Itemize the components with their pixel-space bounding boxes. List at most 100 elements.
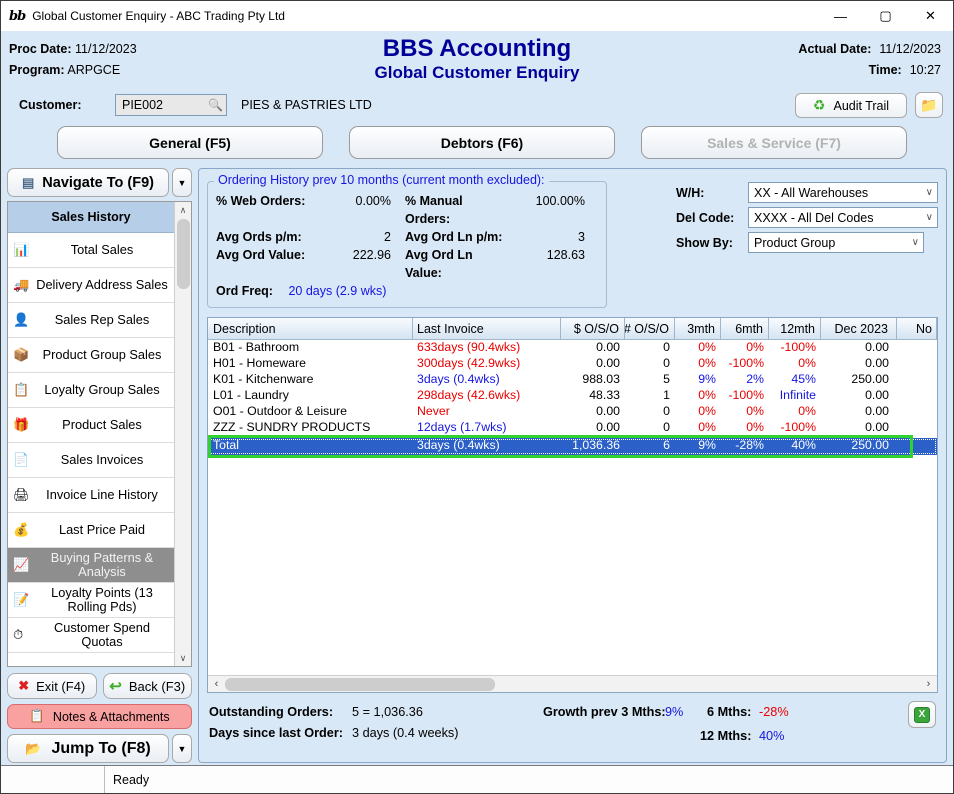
minimize-button[interactable]: —	[818, 1, 863, 31]
col-dec-2023[interactable]: Dec 2023	[821, 318, 897, 339]
ordering-history-title: Ordering History prev 10 months (current…	[214, 173, 549, 187]
horizontal-scrollbar[interactable]: ‹ ›	[208, 675, 937, 692]
sidebar-scrollbar[interactable]: ∧ ∨	[174, 202, 191, 666]
status-text: Ready	[105, 773, 149, 787]
chevron-down-icon: ∨	[912, 237, 919, 248]
navigate-to-label: Navigate To (F9)	[42, 175, 154, 191]
jump-dropdown-button[interactable]: ▼	[172, 734, 192, 763]
table-row[interactable]: H01 - Homeware300days (42.9wks)0.0000%-1…	[208, 356, 937, 372]
sidebar-item-label: Customer Spend Quotas	[34, 621, 170, 649]
clipboard-icon: 📋	[29, 709, 45, 724]
table-cell: 0%	[675, 340, 721, 356]
navigate-to-button[interactable]: ▤ Navigate To (F9)	[7, 168, 169, 197]
buying-patterns-icon: 📈	[13, 558, 29, 572]
avg-ord-ln-value: 3	[509, 228, 585, 246]
table-cell	[897, 388, 937, 404]
sidebar-item-sales-invoices[interactable]: 📄Sales Invoices	[8, 443, 174, 478]
scroll-left-icon[interactable]: ‹	[208, 678, 225, 690]
table-cell: 0%	[769, 356, 821, 372]
notes-attachments-button[interactable]: 📋 Notes & Attachments	[7, 704, 192, 729]
col-dollar-oso[interactable]: $ O/S/O	[561, 318, 625, 339]
col-num-oso[interactable]: # O/S/O	[625, 318, 675, 339]
audit-trail-button[interactable]: ♻ Audit Trail	[795, 93, 907, 118]
exit-x-icon: ✖	[18, 678, 29, 694]
scroll-up-icon[interactable]: ∧	[175, 202, 191, 218]
sidebar-item-customer-spend-quotas[interactable]: ⏱ Customer Spend Quotas	[8, 618, 174, 653]
sidebar-item-product-sales[interactable]: 🎁Product Sales	[8, 408, 174, 443]
navigate-dropdown-button[interactable]: ▼	[172, 168, 192, 197]
actual-date-value: 11/12/2023	[879, 42, 941, 56]
col-12mth[interactable]: 12mth	[769, 318, 821, 339]
sidebar-item-delivery-address-sales[interactable]: 🚚Delivery Address Sales	[8, 268, 174, 303]
col-6mth[interactable]: 6mth	[721, 318, 769, 339]
table-cell: 0.00	[561, 356, 625, 372]
scroll-down-icon[interactable]: ∨	[175, 650, 191, 666]
table-cell: 0.00	[561, 340, 625, 356]
scrollbar-thumb[interactable]	[177, 219, 190, 289]
sidebar-item-total-sales[interactable]: 📊Total Sales	[8, 233, 174, 268]
del-code-select[interactable]: XXXX - All Del Codes ∨	[748, 207, 938, 228]
avg-ords-label: Avg Ords p/m:	[216, 228, 319, 246]
table-cell: 250.00	[821, 438, 897, 455]
scroll-right-icon[interactable]: ›	[920, 678, 937, 690]
jump-to-button[interactable]: 📂 Jump To (F8)	[7, 734, 169, 763]
jump-to-label: Jump To (F8)	[51, 740, 150, 758]
last-price-paid-icon: 💰	[13, 523, 29, 537]
tab-debtors[interactable]: Debtors (F6)	[349, 126, 615, 159]
table-row[interactable]: L01 - Laundry298days (42.6wks)48.3310%-1…	[208, 388, 937, 404]
table-cell: 9%	[675, 438, 721, 455]
table-cell	[897, 438, 937, 455]
tab-bar: General (F5) Debtors (F6) Sales & Servic…	[1, 121, 953, 168]
sidebar-item-loyalty-points-13-rolling-pds[interactable]: 📝Loyalty Points (13 Rolling Pds)	[8, 583, 174, 618]
product-sales-icon: 🎁	[13, 418, 29, 432]
time-label: Time:	[869, 63, 902, 77]
close-button[interactable]: ✕	[908, 1, 953, 31]
add-folder-button[interactable]: 📁	[915, 92, 943, 118]
show-by-select[interactable]: Product Group ∨	[748, 232, 924, 253]
web-orders-label: % Web Orders:	[216, 192, 319, 228]
spend-quotas-icon: ⏱	[13, 628, 23, 642]
export-excel-button[interactable]: X	[908, 701, 936, 728]
table-cell: 0%	[721, 404, 769, 420]
sidebar-item-sales-rep-sales[interactable]: 👤Sales Rep Sales	[8, 303, 174, 338]
web-orders-value: 0.00%	[319, 192, 391, 228]
table-cell: 0	[625, 356, 675, 372]
table-total-row[interactable]: Total3days (0.4wks)1,036.3669%-28%40%250…	[208, 438, 937, 455]
sidebar-item-buying-patterns-analysis[interactable]: 📈Buying Patterns & Analysis	[8, 548, 174, 583]
col-3mth[interactable]: 3mth	[675, 318, 721, 339]
back-button[interactable]: ↩ Back (F3)	[103, 673, 193, 699]
actual-date-label: Actual Date:	[798, 42, 871, 56]
table-row[interactable]: O01 - Outdoor & LeisureNever0.0000%0%0%0…	[208, 404, 937, 420]
sidebar-item-loyalty-group-sales[interactable]: 📋Loyalty Group Sales	[8, 373, 174, 408]
tab-general[interactable]: General (F5)	[57, 126, 323, 159]
sidebar-item-product-group-sales[interactable]: 📦Product Group Sales	[8, 338, 174, 373]
table-row[interactable]: ZZZ - SUNDRY PRODUCTS12days (1.7wks)0.00…	[208, 420, 937, 436]
h-scrollbar-thumb[interactable]	[225, 678, 495, 691]
growth-6mths-label: 6 Mths:	[707, 705, 751, 719]
col-nov[interactable]: No	[897, 318, 937, 339]
chevron-down-icon: ∨	[926, 212, 933, 223]
col-last-invoice[interactable]: Last Invoice	[413, 318, 561, 339]
search-icon[interactable]: 🔍	[208, 98, 223, 112]
growth-3mths-value: 9%	[665, 705, 683, 719]
table-cell: -100%	[769, 420, 821, 436]
folders-icon: 📂	[25, 741, 41, 757]
invoice-line-history-icon: 🖨	[13, 488, 30, 502]
total-sales-icon: 📊	[13, 243, 29, 257]
table-cell: 298days (42.6wks)	[413, 388, 561, 404]
sidebar-item-invoice-line-history[interactable]: 🖨 Invoice Line History	[8, 478, 174, 513]
customer-name: PIES & PASTRIES LTD	[241, 98, 372, 112]
customer-code-input[interactable]: PIE002 🔍	[115, 94, 227, 116]
sidebar-item-last-price-paid[interactable]: 💰Last Price Paid	[8, 513, 174, 548]
table-row[interactable]: K01 - Kitchenware3days (0.4wks)988.0359%…	[208, 372, 937, 388]
sidebar-item-label: Invoice Line History	[46, 488, 158, 502]
table-cell: 9%	[675, 372, 721, 388]
maximize-button[interactable]: ▢	[863, 1, 908, 31]
table-cell: 0.00	[821, 404, 897, 420]
col-description[interactable]: Description	[208, 318, 413, 339]
warehouse-select[interactable]: XX - All Warehouses ∨	[748, 182, 938, 203]
table-row[interactable]: B01 - Bathroom633days (90.4wks)0.0000%0%…	[208, 340, 937, 356]
del-code-value: XXXX - All Del Codes	[754, 211, 874, 225]
growth-12mths-label: 12 Mths:	[700, 729, 751, 743]
exit-button[interactable]: ✖ Exit (F4)	[7, 673, 97, 699]
